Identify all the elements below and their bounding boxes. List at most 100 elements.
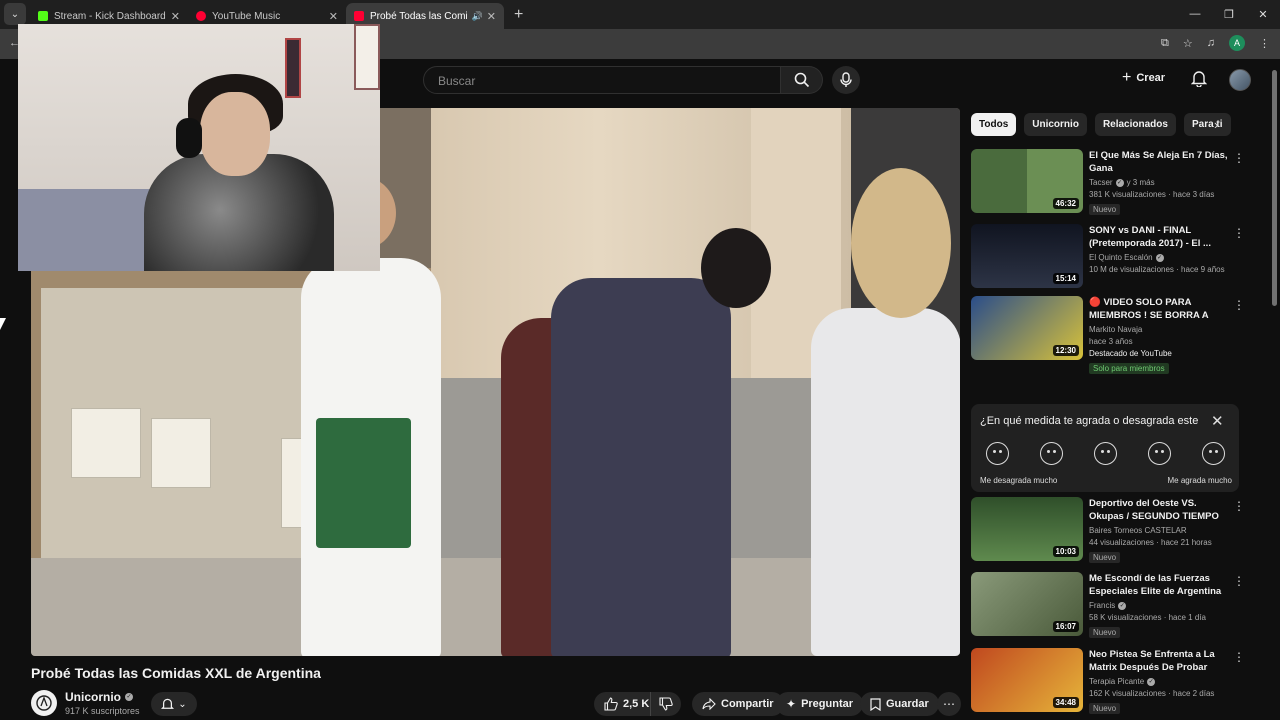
very-satisfied-icon[interactable] xyxy=(1202,442,1225,465)
save-button[interactable]: Guardar xyxy=(860,692,939,716)
recommended-video[interactable]: 12:30 🔴 VIDEO SOLO PARA MIEMBROS ! SE BO… xyxy=(971,296,1251,378)
profile-avatar[interactable]: A xyxy=(1229,35,1245,51)
kebab-menu-icon[interactable]: ⋮ xyxy=(1233,151,1245,165)
new-badge: Nuevo xyxy=(1089,627,1121,638)
recommended-video[interactable]: 10:03 Deportivo del Oeste VS. Okupas / S… xyxy=(971,497,1251,565)
filter-chips: Todos Unicornio Relacionados Para ti xyxy=(971,113,1231,136)
speaker-icon[interactable]: 🔊 xyxy=(472,11,483,22)
video-title[interactable]: El Que Más Se Aleja En 7 Días, Gana xyxy=(1089,149,1229,175)
tab-title: Stream - Kick Dashboard xyxy=(54,10,166,22)
video-thumbnail[interactable]: 34:48 xyxy=(971,648,1083,712)
kebab-menu-icon[interactable]: ⋮ xyxy=(1233,574,1245,588)
video-meta: 381 K visualizaciones · hace 3 días xyxy=(1089,190,1215,199)
kebab-menu-icon[interactable]: ⋮ xyxy=(1233,650,1245,664)
like-button[interactable]: 2,5 K xyxy=(594,692,658,716)
video-thumbnail[interactable]: 12:30 xyxy=(971,296,1083,360)
duration-badge: 10:03 xyxy=(1052,546,1079,557)
search-input[interactable]: Buscar xyxy=(423,66,781,94)
channel-name[interactable]: Baires Torneos CASTELAR xyxy=(1089,526,1187,535)
like-count: 2,5 K xyxy=(623,698,650,710)
subscription-bell-button[interactable]: ⌄ xyxy=(151,692,197,716)
chip-unicornio[interactable]: Unicornio xyxy=(1024,113,1087,136)
channel-name[interactable]: Francis xyxy=(1089,601,1115,610)
close-icon[interactable]: ✕ xyxy=(171,10,180,23)
new-badge: Nuevo xyxy=(1089,552,1121,563)
share-label: Compartir xyxy=(721,698,774,710)
video-thumbnail[interactable]: 15:14 xyxy=(971,224,1083,288)
close-icon[interactable]: ✕ xyxy=(329,10,338,23)
chip-para-ti[interactable]: Para ti xyxy=(1183,113,1231,136)
dislike-button[interactable] xyxy=(650,692,681,716)
search-button[interactable] xyxy=(781,66,823,94)
chip-todos[interactable]: Todos xyxy=(971,113,1017,136)
verified-icon: ✓ xyxy=(1115,178,1124,187)
verified-icon: ✓ xyxy=(1118,601,1127,610)
video-title[interactable]: 🔴 VIDEO SOLO PARA MIEMBROS ! SE BORRA A … xyxy=(1089,296,1229,322)
bookmark-star-icon[interactable]: ☆ xyxy=(1183,37,1193,50)
voice-search-button[interactable] xyxy=(832,66,860,94)
tab-title: Probé Todas las Comidas XXL xyxy=(370,10,468,22)
video-thumbnail[interactable]: 46:32 xyxy=(971,149,1083,213)
screen: ⌄ Stream - Kick Dashboard ✕ YouTube Musi… xyxy=(0,0,1280,720)
video-title[interactable]: SONY vs DANI - FINAL (Pretemporada 2017)… xyxy=(1089,224,1229,250)
video-thumbnail[interactable]: 16:07 xyxy=(971,572,1083,636)
thumbs-down-icon xyxy=(659,697,673,711)
subscriber-count: 917 K suscriptores xyxy=(65,706,140,716)
page-scrollbar[interactable] xyxy=(1272,70,1277,306)
rating-scale xyxy=(986,442,1225,465)
minimize-icon[interactable]: — xyxy=(1178,0,1212,28)
bookmark-icon xyxy=(870,697,881,711)
new-badge: Nuevo xyxy=(1089,703,1121,714)
dissatisfied-icon[interactable] xyxy=(1040,442,1063,465)
channel-name[interactable]: Tacser xyxy=(1089,178,1113,187)
recommended-video[interactable]: 16:07 Me Escondí de las Fuerzas Especial… xyxy=(971,572,1251,640)
kebab-menu-icon[interactable]: ⋮ xyxy=(1233,226,1245,240)
collaborators: y 3 más xyxy=(1126,178,1155,187)
restore-icon[interactable]: ❐ xyxy=(1212,0,1246,28)
recommended-video[interactable]: 34:48 Neo Pistea Se Enfrenta a La Matrix… xyxy=(971,648,1251,716)
channel-name[interactable]: El Quinto Escalón xyxy=(1089,253,1153,262)
share-button[interactable]: Compartir xyxy=(692,692,784,716)
more-actions-button[interactable]: ⋯ xyxy=(937,692,961,716)
channel-name[interactable]: Terapia Picante xyxy=(1089,677,1144,686)
unicorn-logo-icon xyxy=(36,695,52,711)
duration-badge: 46:32 xyxy=(1052,198,1079,209)
very-dissatisfied-icon[interactable] xyxy=(986,442,1009,465)
chevron-right-icon[interactable]: › xyxy=(1214,117,1218,132)
video-thumbnail[interactable]: 10:03 xyxy=(971,497,1083,561)
close-icon[interactable]: ✕ xyxy=(487,10,496,23)
channel-avatar[interactable] xyxy=(31,690,57,716)
chevron-down-icon: ⌄ xyxy=(178,698,187,710)
notifications-button[interactable] xyxy=(1190,69,1208,92)
kebab-menu-icon[interactable]: ⋮ xyxy=(1233,499,1245,513)
user-avatar[interactable] xyxy=(1229,69,1251,91)
recommended-video[interactable]: 15:14 SONY vs DANI - FINAL (Pretemporada… xyxy=(971,224,1251,292)
survey-question: ¿En qué medida te agrada o desagrada est… xyxy=(980,415,1199,427)
close-icon[interactable]: ✕ xyxy=(1211,412,1224,430)
video-title[interactable]: Me Escondí de las Fuerzas Especiales Eli… xyxy=(1089,572,1229,598)
kebab-menu-icon[interactable]: ⋮ xyxy=(1233,298,1245,312)
neutral-icon[interactable] xyxy=(1094,442,1117,465)
share-icon xyxy=(702,698,716,710)
verified-icon: ✓ xyxy=(1155,253,1164,262)
recommended-video[interactable]: 46:32 El Que Más Se Aleja En 7 Días, Gan… xyxy=(971,149,1251,217)
satisfied-icon[interactable] xyxy=(1148,442,1171,465)
new-tab-icon[interactable]: + xyxy=(514,6,523,24)
channel-name[interactable]: Markito Navaja xyxy=(1089,325,1142,334)
headphones xyxy=(176,118,202,158)
ask-button[interactable]: ✦ Preguntar xyxy=(776,692,864,716)
verified-icon: ✓ xyxy=(1147,677,1156,686)
create-button[interactable]: + Crear xyxy=(1122,69,1165,87)
video-meta: 10 M de visualizaciones · hace 9 años xyxy=(1089,265,1225,274)
install-app-icon[interactable]: ⧉ xyxy=(1161,37,1169,50)
tab-search-button[interactable]: ⌄ xyxy=(4,3,26,25)
toolbar-actions: ⧉ ☆ ♫ A ⋮ xyxy=(1161,35,1270,51)
video-title: Probé Todas las Comidas XXL de Argentina xyxy=(31,665,321,681)
channel-name[interactable]: Unicornio ✓ xyxy=(65,690,133,704)
close-window-icon[interactable]: ✕ xyxy=(1246,0,1280,28)
menu-kebab-icon[interactable]: ⋮ xyxy=(1259,37,1270,50)
media-controls-icon[interactable]: ♫ xyxy=(1207,37,1215,49)
chip-relacionados[interactable]: Relacionados xyxy=(1094,113,1176,136)
video-title[interactable]: Deportivo del Oeste VS. Okupas / SEGUNDO… xyxy=(1089,497,1229,523)
video-title[interactable]: Neo Pistea Se Enfrenta a La Matrix Despu… xyxy=(1089,648,1229,674)
